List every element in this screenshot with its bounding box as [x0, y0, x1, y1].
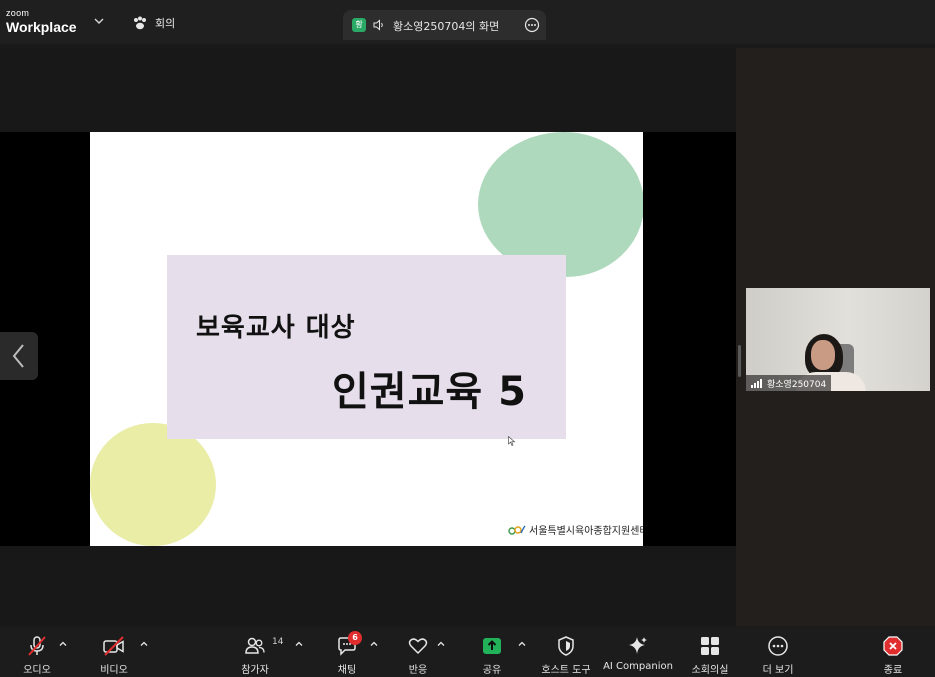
video-options-caret-icon[interactable] — [139, 639, 149, 649]
chat-button[interactable]: 6 채팅 — [333, 627, 362, 677]
presentation-slide: 보육교사 대상 인권교육 5 서울특별시육아종합지원센터 — [90, 132, 643, 546]
participant-video-tile[interactable]: 황소영250704 — [746, 288, 930, 391]
share-title: 황소영250704의 화면 — [393, 20, 500, 33]
audio-button[interactable]: 오디오 — [20, 627, 54, 677]
host-tools-label: 호스트 도구 — [541, 665, 591, 676]
brand-workplace-text: Workplace — [6, 19, 77, 35]
participant-name-tag: 황소영250704 — [746, 375, 832, 391]
chat-label: 채팅 — [337, 665, 357, 676]
slide-subtitle: 보육교사 대상 — [196, 313, 356, 343]
shield-icon — [558, 636, 574, 656]
zoom-workplace-logo[interactable]: zoom Workplace — [6, 8, 77, 35]
participants-options-caret-icon[interactable] — [294, 639, 304, 649]
video-button[interactable]: 비디오 — [96, 627, 132, 677]
org-name: 서울특별시육아종합지원센터 — [529, 526, 643, 537]
signal-strength-icon — [751, 378, 762, 388]
participants-label: 참가자 — [241, 665, 269, 676]
audio-label: 오디오 — [23, 665, 51, 676]
speaker-icon — [373, 19, 383, 31]
more-button[interactable]: 더 보기 — [758, 627, 798, 677]
end-label: 종료 — [883, 665, 903, 676]
chevron-down-icon[interactable] — [93, 15, 105, 27]
participants-count: 14 — [272, 637, 284, 647]
reactions-label: 반응 — [408, 665, 428, 676]
more-icon — [768, 636, 788, 656]
video-label: 비디오 — [100, 665, 128, 676]
chat-options-caret-icon[interactable] — [369, 639, 379, 649]
reactions-options-caret-icon[interactable] — [436, 639, 446, 649]
resize-handle[interactable] — [738, 345, 741, 377]
participant-gallery: 황소영250704 — [736, 48, 935, 626]
paw-icon — [134, 16, 146, 30]
screen-share-indicator[interactable]: 황 황소영250704의 화면 — [343, 10, 546, 40]
share-button[interactable]: 공유 — [478, 627, 506, 677]
participants-icon — [245, 637, 265, 654]
grid-icon — [701, 637, 719, 655]
shared-screen-stage: 보육교사 대상 인권교육 5 서울특별시육아종합지원센터 — [0, 48, 736, 626]
chevron-left-icon — [12, 344, 24, 368]
yellow-blob-decoration — [90, 423, 216, 546]
breakout-rooms-button[interactable]: 소회의실 — [688, 627, 732, 677]
audio-options-caret-icon[interactable] — [58, 639, 68, 649]
participants-button[interactable]: 14 참가자 — [237, 627, 283, 677]
slide-title: 인권교육 5 — [332, 369, 527, 415]
reactions-button[interactable]: 반응 — [404, 627, 432, 677]
share-label: 공유 — [482, 665, 502, 676]
meeting-toolbar: 오디오 비디오 14 참가자 6 채팅 반응 공유 호스트 도구 AI Comp… — [0, 627, 935, 677]
share-options-caret-icon[interactable] — [517, 639, 527, 649]
breakout-rooms-label: 소회의실 — [691, 665, 729, 676]
previous-page-button[interactable] — [0, 332, 38, 380]
mouse-cursor-icon — [508, 436, 516, 446]
video-off-icon — [103, 636, 124, 656]
share-screen-icon — [483, 638, 501, 654]
chat-unread-badge: 6 — [348, 631, 362, 645]
sparkle-icon — [629, 637, 647, 654]
end-meeting-icon — [883, 636, 903, 656]
more-label: 더 보기 — [762, 665, 794, 676]
video-person-face — [811, 340, 835, 370]
ai-companion-label: AI Companion — [603, 661, 673, 672]
heart-icon — [408, 638, 428, 655]
meeting-tab[interactable]: 회의 — [132, 14, 175, 32]
brand-zoom-text: zoom — [6, 8, 30, 18]
sharer-avatar: 황 — [352, 18, 366, 32]
participant-name: 황소영250704 — [767, 379, 827, 390]
slide-title-card: 보육교사 대상 인권교육 5 — [167, 255, 566, 439]
host-tools-button[interactable]: 호스트 도구 — [537, 627, 595, 677]
end-meeting-button[interactable]: 종료 — [879, 627, 907, 677]
meeting-label: 회의 — [155, 17, 176, 30]
more-options-icon[interactable] — [524, 17, 540, 33]
ai-companion-button[interactable]: AI Companion — [603, 627, 673, 677]
org-logo-mark-icon — [508, 525, 526, 535]
microphone-muted-icon — [28, 636, 46, 656]
org-logo: 서울특별시육아종합지원센터 — [508, 522, 643, 537]
top-bar: zoom Workplace 회의 황 황소영250704의 화면 — [0, 0, 935, 44]
